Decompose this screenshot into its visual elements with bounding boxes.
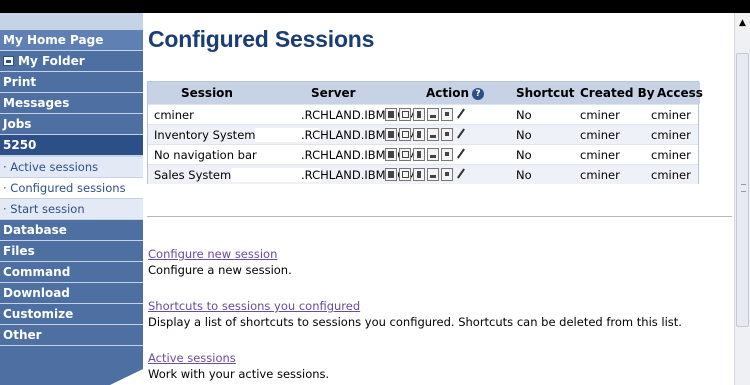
shortcut-icon[interactable]	[427, 168, 439, 181]
sidebar-item-home[interactable]: My Home Page	[0, 30, 143, 50]
copy-icon[interactable]	[399, 128, 411, 141]
created-by-cell: cminer	[580, 148, 620, 162]
shortcut-icon[interactable]	[427, 148, 439, 161]
browser-frame: My Home Page My Folder Print Messages Jo…	[0, 0, 750, 385]
edit-icon[interactable]	[455, 168, 467, 181]
active-sessions-link[interactable]: Active sessions	[148, 351, 236, 365]
access-cell: cminer	[651, 168, 691, 182]
main-content: Configured Sessions Session Server Actio…	[143, 13, 734, 385]
configure-new-session-link[interactable]: Configure new session	[148, 247, 277, 261]
start-session-icon[interactable]	[385, 108, 397, 121]
sidebar-item-jobs[interactable]: Jobs	[0, 114, 143, 134]
top-bar	[0, 0, 750, 13]
header-action-label: Action	[426, 86, 470, 100]
sidebar-item-start-session[interactable]: · Start session	[0, 199, 143, 219]
scroll-up-arrow-icon[interactable]: ▲	[735, 13, 750, 33]
action-icons	[385, 148, 469, 162]
sidebar: My Home Page My Folder Print Messages Jo…	[0, 13, 143, 385]
active-sessions-desc: Work with your active sessions.	[148, 367, 330, 381]
folder-icon	[3, 56, 14, 66]
sidebar-item-messages[interactable]: Messages	[0, 93, 143, 113]
session-name[interactable]: Sales System	[154, 168, 322, 182]
session-name[interactable]: No navigation bar	[154, 148, 257, 162]
session-name-text: Sales System	[154, 168, 232, 182]
sidebar-item-database[interactable]: Database	[0, 220, 143, 240]
action-icons	[385, 128, 469, 142]
edit-icon[interactable]	[455, 128, 467, 141]
delete-icon[interactable]	[413, 108, 425, 121]
copy-icon[interactable]	[399, 168, 411, 181]
copy-icon[interactable]	[399, 108, 411, 121]
header-shortcut: Shortcut	[516, 86, 575, 100]
sidebar-item-configured-sessions[interactable]: · Configured sessions	[0, 178, 143, 198]
sidebar-item-my-folder[interactable]: My Folder	[0, 51, 143, 71]
page-title: Configured Sessions	[148, 26, 375, 52]
sidebar-item-print[interactable]: Print	[0, 72, 143, 92]
shortcut-cell: No	[516, 148, 532, 162]
properties-icon[interactable]	[441, 128, 453, 141]
scroll-thumb[interactable]	[736, 53, 749, 327]
created-by-cell: cminer	[580, 128, 620, 142]
session-name-text: Inventory System	[154, 128, 256, 142]
session-name[interactable]: Inventory System	[154, 128, 320, 142]
header-action: Action?	[426, 86, 485, 100]
sidebar-item-files[interactable]: Files	[0, 241, 143, 261]
table-row: No navigation bar .RCHLAND.IBM.COM No cm…	[148, 144, 698, 164]
shortcut-cell: No	[516, 128, 532, 142]
sessions-table: Session Server Action? Shortcut Created …	[147, 81, 703, 184]
start-session-icon[interactable]	[385, 128, 397, 141]
shortcuts-desc: Display a list of shortcuts to sessions …	[148, 315, 682, 329]
action-icons	[385, 168, 469, 182]
shortcuts-link[interactable]: Shortcuts to sessions you configured	[148, 299, 360, 313]
sidebar-item-customize[interactable]: Customize	[0, 304, 143, 324]
properties-icon[interactable]	[441, 148, 453, 161]
vertical-scrollbar[interactable]: ▲	[734, 13, 750, 385]
configure-new-session-desc: Configure a new session.	[148, 263, 292, 277]
header-server: Server	[311, 86, 356, 100]
created-by-cell: cminer	[580, 168, 620, 182]
created-by-cell: cminer	[580, 108, 620, 122]
start-session-icon[interactable]	[385, 148, 397, 161]
table-row: Inventory System .RCHLAND.IBM.COM No cmi…	[148, 124, 698, 144]
access-cell: cminer	[651, 128, 691, 142]
copy-icon[interactable]	[399, 148, 411, 161]
shortcut-icon[interactable]	[427, 108, 439, 121]
shortcut-icon[interactable]	[427, 128, 439, 141]
sidebar-item-active-sessions[interactable]: · Active sessions	[0, 157, 143, 177]
properties-icon[interactable]	[441, 108, 453, 121]
edit-icon[interactable]	[455, 108, 467, 121]
delete-icon[interactable]	[413, 168, 425, 181]
delete-icon[interactable]	[413, 148, 425, 161]
table-row: Sales System .RCHLAND.IBM.COM No cminer …	[148, 164, 698, 184]
edit-icon[interactable]	[455, 148, 467, 161]
properties-icon[interactable]	[441, 168, 453, 181]
delete-icon[interactable]	[413, 128, 425, 141]
shortcut-cell: No	[516, 168, 532, 182]
sidebar-item-other[interactable]: Other	[0, 325, 143, 345]
sidebar-item-command[interactable]: Command	[0, 262, 143, 282]
scroll-grip-icon	[741, 184, 746, 192]
table-row: cminer .RCHLAND.IBM.COM No cminer cminer	[148, 104, 698, 124]
sidebar-item-label: My Folder	[18, 54, 85, 68]
shortcut-cell: No	[516, 108, 532, 122]
start-session-icon[interactable]	[385, 168, 397, 181]
header-created-by: Created By	[580, 86, 655, 100]
header-session: Session	[181, 86, 233, 100]
access-cell: cminer	[651, 148, 691, 162]
session-name[interactable]: cminer	[154, 108, 194, 122]
sidebar-item-download[interactable]: Download	[0, 283, 143, 303]
table-header: Session Server Action? Shortcut Created …	[148, 82, 703, 104]
divider	[147, 216, 732, 217]
header-access: Access	[657, 86, 703, 100]
action-icons	[385, 108, 469, 122]
sidebar-footer	[0, 346, 143, 385]
access-cell: cminer	[651, 108, 691, 122]
sidebar-item-5250[interactable]: 5250	[0, 135, 143, 155]
help-icon[interactable]: ?	[472, 88, 485, 100]
